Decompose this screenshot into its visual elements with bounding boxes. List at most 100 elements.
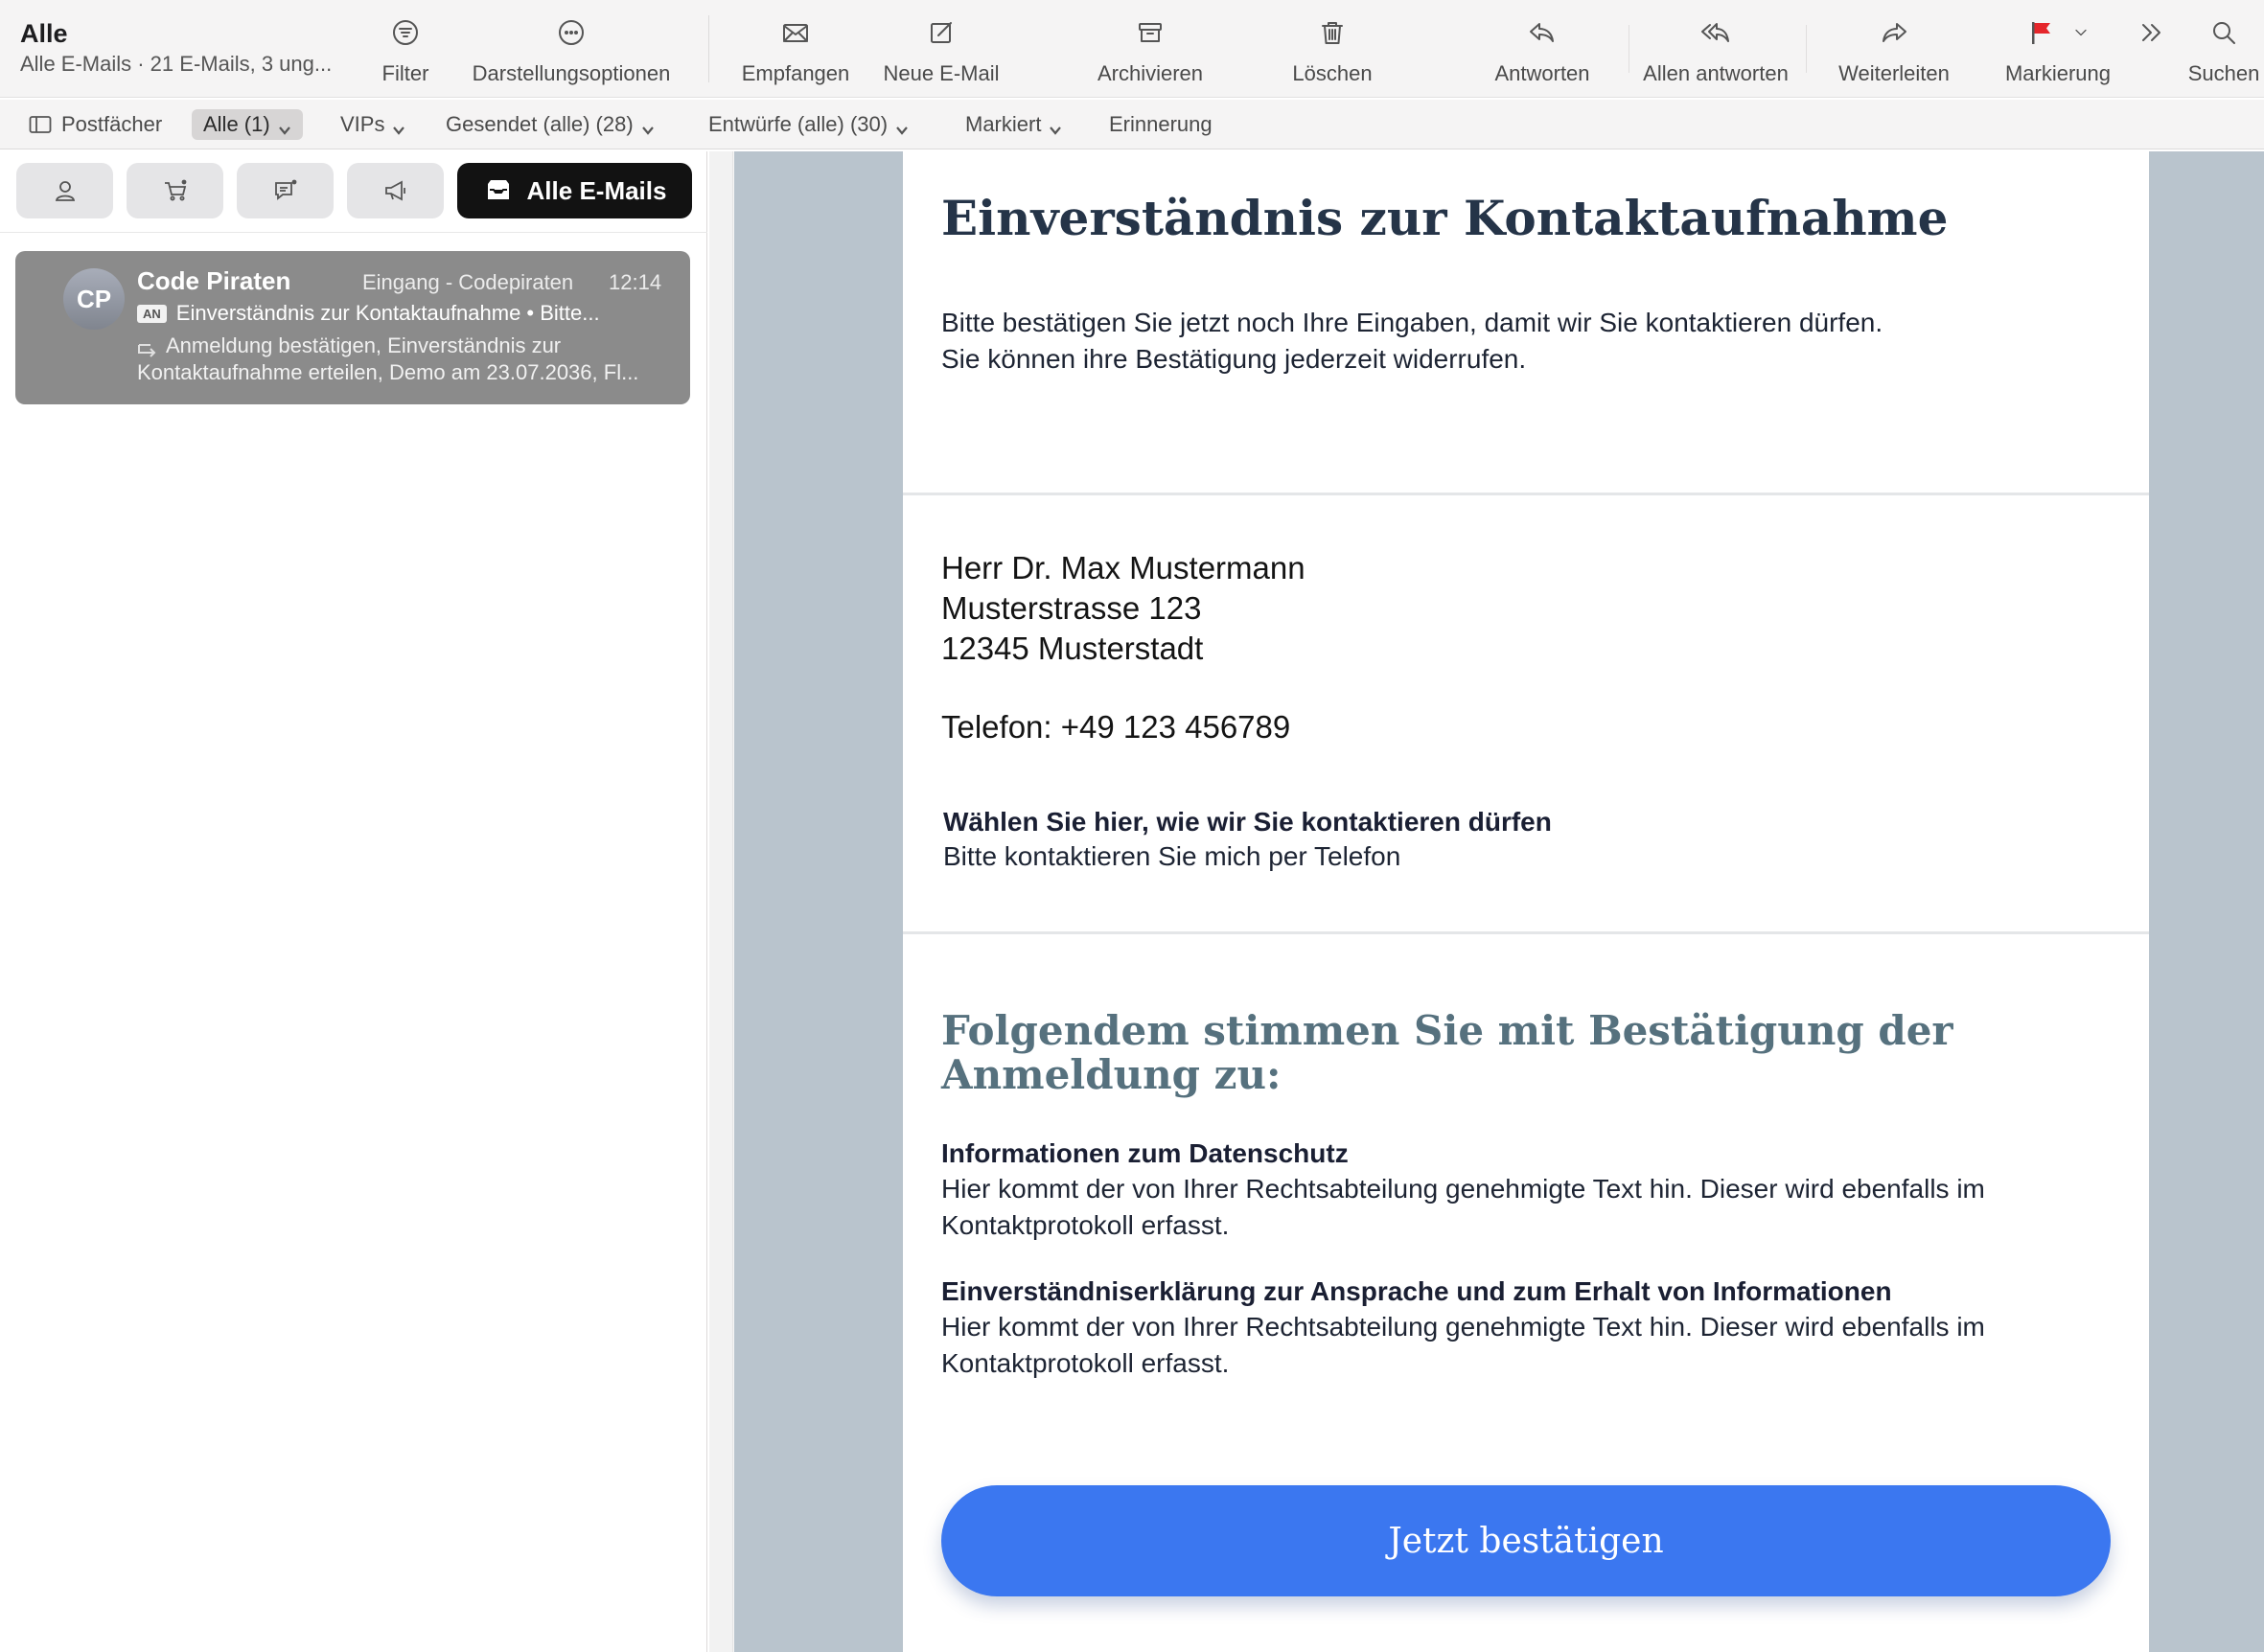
contact-choice-heading: Wählen Sie hier, wie wir Sie kontaktiere… xyxy=(943,807,1552,837)
search-label: Suchen xyxy=(2187,61,2260,85)
phone-number: Telefon: +49 123 456789 xyxy=(941,709,1291,745)
reply-icon xyxy=(1523,13,1561,52)
search-icon xyxy=(2205,13,2243,52)
envelope-icon xyxy=(776,13,815,52)
fav-flagged[interactable]: Markiert xyxy=(965,109,1062,140)
address-block: Herr Dr. Max Mustermann Musterstrasse 12… xyxy=(941,548,1900,669)
category-transactions-button[interactable] xyxy=(127,163,223,218)
fav-all-label: Alle (1) xyxy=(203,112,270,136)
double-chevron-right-icon xyxy=(2132,13,2170,52)
fav-reminder-label: Erinnerung xyxy=(1109,112,1213,136)
reading-pane: Einverständnis zur Kontaktaufnahme Bitte… xyxy=(709,151,2264,1652)
compose-icon xyxy=(922,13,960,52)
cart-icon xyxy=(164,179,186,201)
forward-icon xyxy=(1875,13,1913,52)
message-preview-line: Anmeldung bestätigen, Einverständnis zur xyxy=(137,333,674,358)
flag-label: Markierung xyxy=(2004,61,2112,85)
address-street: Musterstrasse 123 xyxy=(941,590,1202,626)
contact-choice-value: Bitte kontaktieren Sie mich per Telefon xyxy=(943,841,1401,871)
fav-all[interactable]: Alle (1) xyxy=(192,109,303,140)
new-mail-label: Neue E-Mail xyxy=(883,61,1000,85)
forward-button[interactable]: Weiterleiten xyxy=(1829,13,1959,92)
section-divider xyxy=(903,931,2149,934)
chevron-down-icon xyxy=(895,118,909,135)
toolbar-divider xyxy=(708,15,709,82)
chevron-down-icon xyxy=(278,118,291,135)
privacy-title: Informationen zum Datenschutz xyxy=(941,1138,1349,1168)
reply-all-icon xyxy=(1697,13,1735,52)
message-sender: Code Piraten xyxy=(137,266,291,295)
email-background: Einverständnis zur Kontaktaufnahme Bitte… xyxy=(734,151,2264,1652)
more-icon xyxy=(552,13,590,52)
filter-button[interactable]: Filter xyxy=(367,13,444,92)
fav-drafts-label: Entwürfe (alle) (30) xyxy=(708,112,889,136)
category-all-mails-label: Alle E-Mails xyxy=(526,175,667,205)
sidebar-icon xyxy=(29,115,52,134)
fav-vips-label: VIPs xyxy=(340,112,385,136)
archive-label: Archivieren xyxy=(1097,61,1204,85)
category-updates-button[interactable] xyxy=(237,163,334,218)
fav-sent[interactable]: Gesendet (alle) (28) xyxy=(446,109,655,140)
email-heading: Einverständnis zur Kontaktaufnahme xyxy=(941,190,1949,246)
chat-icon xyxy=(274,179,296,200)
filter-label: Filter xyxy=(381,61,429,85)
message-mailbox: Eingang - Codepiraten xyxy=(362,270,574,294)
privacy-text: Hier kommt der von Ihrer Rechtsabteilung… xyxy=(941,1174,1985,1240)
archive-icon xyxy=(1131,13,1169,52)
message-subject: Einverständnis zur Kontaktaufnahme • Bit… xyxy=(175,301,600,325)
pane-divider[interactable] xyxy=(709,151,733,1652)
fav-flagged-label: Markiert xyxy=(965,112,1042,136)
fav-vips[interactable]: VIPs xyxy=(340,109,405,140)
email-intro-line: Sie können ihre Bestätigung jederzeit wi… xyxy=(941,344,1527,374)
list-divider xyxy=(0,232,707,233)
fav-drafts[interactable]: Entwürfe (alle) (30) xyxy=(708,109,909,140)
message-subject-row: AN Einverständnis zur Kontaktaufnahme • … xyxy=(137,301,674,326)
filter-icon xyxy=(386,13,425,52)
more-toolbar-button[interactable] xyxy=(2132,13,2170,92)
delete-button[interactable]: Löschen xyxy=(1281,13,1384,92)
toolbar: Alle Alle E-Mails · 21 E-Mails, 3 ung...… xyxy=(0,0,2264,98)
confirm-button[interactable]: Jetzt bestätigen xyxy=(941,1485,2111,1596)
person-icon xyxy=(55,181,75,201)
view-options-label: Darstellungsoptionen xyxy=(472,61,671,85)
receive-button[interactable]: Empfangen xyxy=(732,13,859,92)
favorites-bar: Postfächer Alle (1) VIPs Gesendet (alle)… xyxy=(0,100,2264,149)
fav-reminder[interactable]: Erinnerung xyxy=(1109,109,1213,140)
address-name: Herr Dr. Max Mustermann xyxy=(941,550,1305,585)
mailboxes-toggle[interactable]: Postfächer xyxy=(29,109,162,140)
flag-button[interactable]: Markierung xyxy=(1999,13,2116,92)
tray-icon xyxy=(487,180,509,199)
message-time: 12:14 xyxy=(609,270,662,294)
forward-label: Weiterleiten xyxy=(1838,61,1950,85)
mailbox-subtitle: Alle E-Mails · 21 E-Mails, 3 ung... xyxy=(20,52,333,76)
category-promotions-button[interactable] xyxy=(347,163,444,218)
reply-button[interactable]: Antworten xyxy=(1482,13,1603,92)
flag-icon xyxy=(2020,13,2096,52)
chevron-down-icon xyxy=(1049,118,1062,135)
new-mail-button[interactable]: Neue E-Mail xyxy=(874,13,1008,92)
section-divider xyxy=(903,493,2149,495)
consent-heading: Folgendem stimmen Sie mit Bestätigung de… xyxy=(941,1007,1953,1098)
reply-all-label: Allen antworten xyxy=(1643,61,1789,85)
view-options-button[interactable]: Darstellungsoptionen xyxy=(460,13,682,92)
chevron-down-icon xyxy=(2075,29,2087,36)
archive-button[interactable]: Archivieren xyxy=(1081,13,1219,92)
email-body: Einverständnis zur Kontaktaufnahme Bitte… xyxy=(903,151,2149,1652)
email-intro: Bitte bestätigen Sie jetzt noch Ihre Ein… xyxy=(941,305,2111,378)
chevron-down-icon xyxy=(392,118,405,135)
search-button[interactable]: Suchen xyxy=(2183,13,2264,92)
consent-text: Hier kommt der von Ihrer Rechtsabteilung… xyxy=(941,1312,1985,1378)
mailbox-title: Alle xyxy=(20,19,68,48)
message-preview-2: Kontaktaufnahme erteilen, Demo am 23.07.… xyxy=(137,360,639,384)
receive-label: Empfangen xyxy=(741,61,850,85)
reply-label: Antworten xyxy=(1494,61,1590,85)
category-all-mails-button[interactable]: Alle E-Mails xyxy=(457,163,692,218)
email-intro-line: Bitte bestätigen Sie jetzt noch Ihre Ein… xyxy=(941,308,1883,337)
message-preview-1: Anmeldung bestätigen, Einverständnis zur xyxy=(166,333,562,357)
message-list: Alle E-Mails CP Code Piraten Eingang - C… xyxy=(0,151,707,1652)
consent-title: Einverständniserklärung zur Ansprache un… xyxy=(941,1276,1892,1306)
category-primary-button[interactable] xyxy=(16,163,113,218)
toolbar-divider xyxy=(1806,25,1807,73)
reply-all-button[interactable]: Allen antworten xyxy=(1633,13,1798,92)
message-list-item[interactable]: CP Code Piraten Eingang - Codepiraten 12… xyxy=(15,251,690,404)
